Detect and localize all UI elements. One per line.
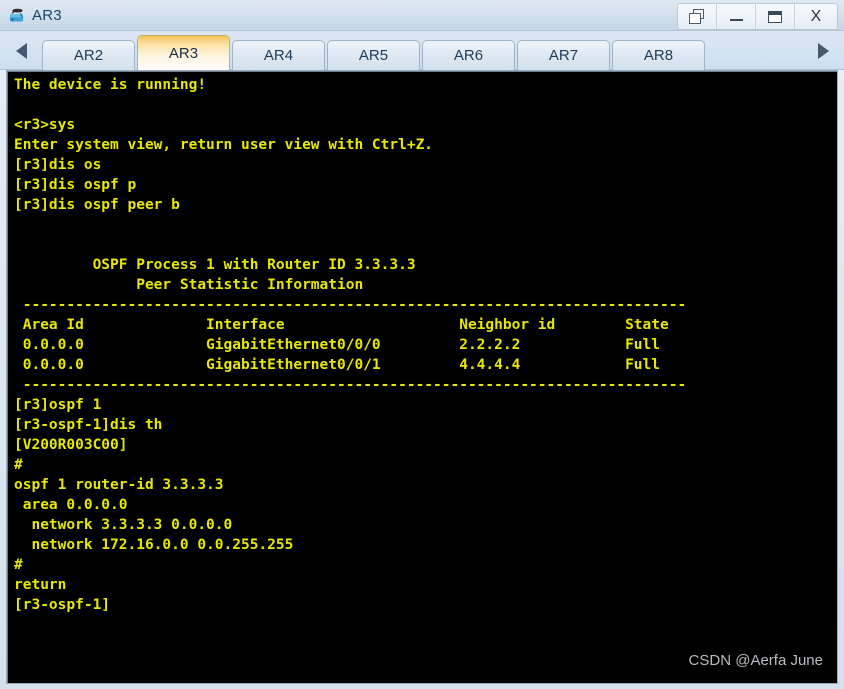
terminal-line: The device is running! [14,77,207,93]
tab-ar2[interactable]: AR2 [42,40,135,70]
terminal-line: 0.0.0.0 GigabitEthernet0/0/1 4.4.4.4 Ful… [14,357,661,373]
terminal-line: <r3>sys [14,117,76,133]
maximize-icon [768,10,782,23]
tab-scroll-left-button[interactable] [8,39,34,63]
minimize-button[interactable] [717,4,756,29]
restore-button[interactable] [678,4,717,29]
terminal-line: area 0.0.0.0 [14,497,128,513]
terminal-line: [r3]dis ospf peer b [14,197,180,213]
router-device-icon [8,7,26,25]
tab-list: AR2 AR3 AR4 AR5 AR6 AR7 AR8 [42,35,707,70]
tab-label: AR6 [453,47,484,64]
tab-ar8[interactable]: AR8 [612,40,705,70]
close-icon: X [810,7,822,25]
restore-icon [688,9,706,24]
tab-ar7[interactable]: AR7 [517,40,610,70]
tab-scroll-right-button[interactable] [810,39,836,63]
ensp-device-console-window: AR3 X AR2 AR3 AR4 AR5 AR6 AR7 AR8 The de… [0,0,844,689]
terminal-line: network 3.3.3.3 0.0.0.0 [14,517,233,533]
terminal-line: Area Id Interface Neighbor id State [14,317,669,333]
close-button[interactable]: X [795,4,837,29]
tab-label: AR5 [358,47,389,64]
terminal-line: OSPF Process 1 with Router ID 3.3.3.3 [14,257,416,273]
tab-label: AR2 [73,47,104,64]
tab-bar: AR2 AR3 AR4 AR5 AR6 AR7 AR8 [0,31,844,70]
terminal-line: ----------------------------------------… [14,297,687,313]
terminal-line: # [14,457,23,473]
tab-ar5[interactable]: AR5 [327,40,420,70]
tab-label: AR4 [263,47,294,64]
terminal-line: Enter system view, return user view with… [14,137,434,153]
chevron-right-icon [817,43,829,59]
watermark-text: CSDN @Aerfa June [688,652,823,669]
maximize-button[interactable] [756,4,795,29]
chevron-left-icon [15,43,27,59]
window-controls: X [677,3,838,30]
title-bar-left: AR3 [8,0,62,31]
tab-label: AR3 [168,44,199,62]
tab-ar6[interactable]: AR6 [422,40,515,70]
terminal-output[interactable]: The device is running! <r3>sys Enter syste… [14,75,835,683]
tab-ar3[interactable]: AR3 [137,35,230,70]
terminal-panel[interactable]: The device is running! <r3>sys Enter syste… [6,70,838,684]
terminal-line: # [14,557,23,573]
tab-label: AR8 [643,47,674,64]
terminal-line: [r3]dis os [14,157,102,173]
title-bar: AR3 X [0,0,844,31]
terminal-line: [V200R003C00] [14,437,128,453]
minimize-icon [729,19,743,21]
terminal-line: Peer Statistic Information [14,277,364,293]
terminal-line: network 172.16.0.0 0.0.255.255 [14,537,294,553]
terminal-line: [r3-ospf-1] [14,597,111,613]
terminal-line: 0.0.0.0 GigabitEthernet0/0/0 2.2.2.2 Ful… [14,337,661,353]
window-title: AR3 [32,7,62,24]
tab-ar4[interactable]: AR4 [232,40,325,70]
terminal-line: [r3]ospf 1 [14,397,102,413]
terminal-line: ----------------------------------------… [14,377,687,393]
terminal-line: [r3-ospf-1]dis th [14,417,163,433]
tab-label: AR7 [548,47,579,64]
terminal-line: return [14,577,67,593]
terminal-line: ospf 1 router-id 3.3.3.3 [14,477,224,493]
terminal-line: [r3]dis ospf p [14,177,137,193]
